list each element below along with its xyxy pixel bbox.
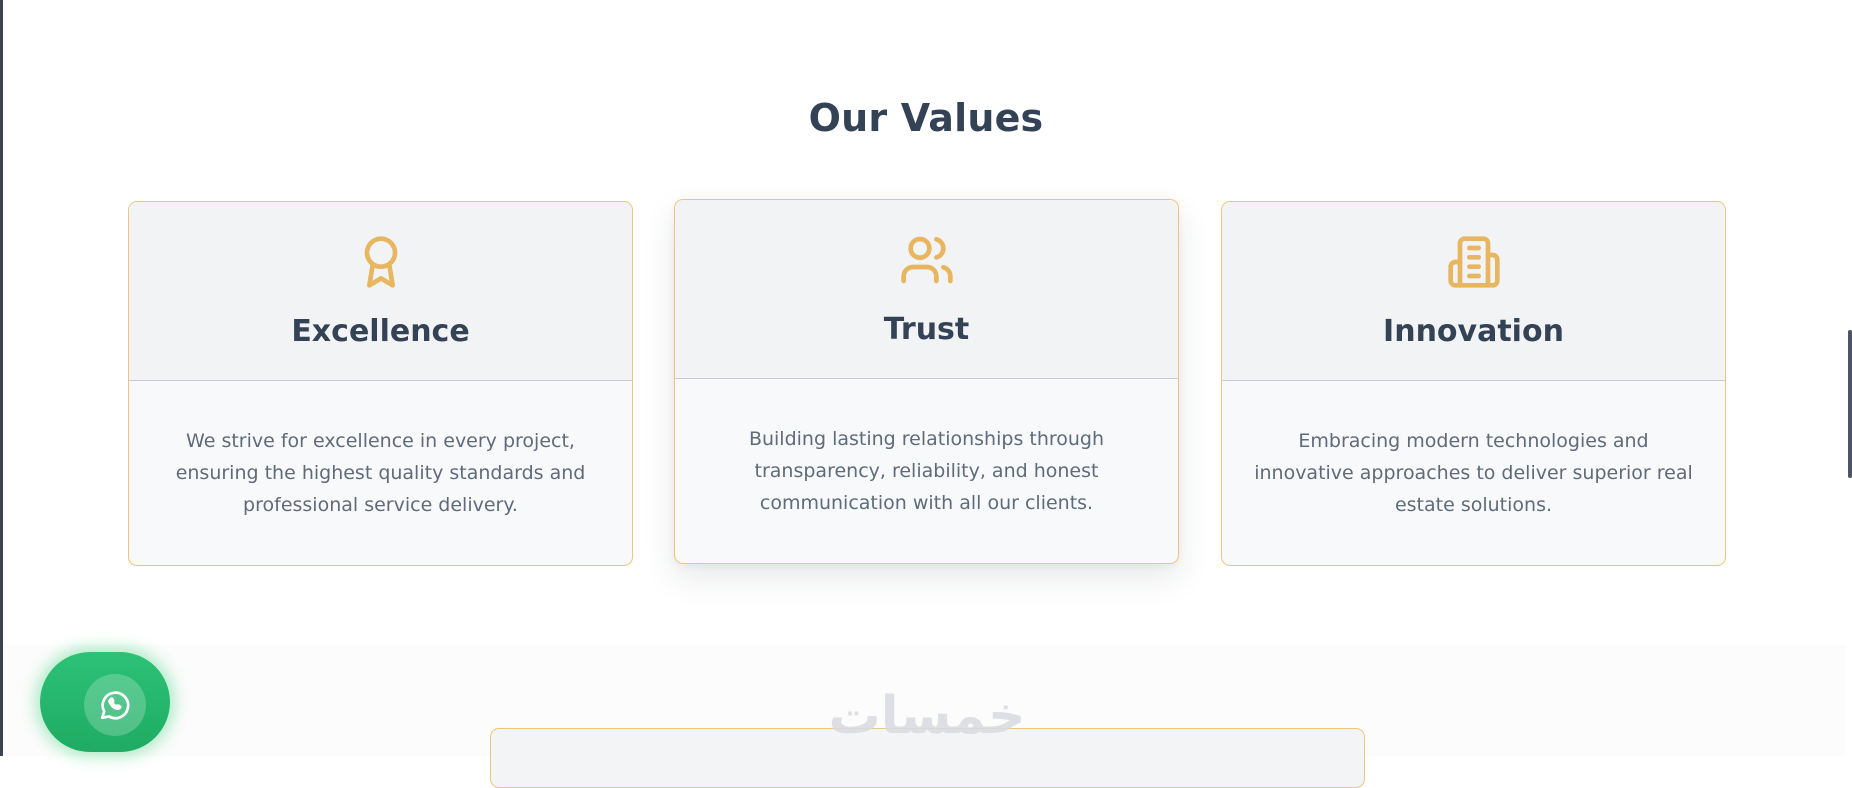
card-title: Trust xyxy=(883,312,970,347)
card-title: Innovation xyxy=(1383,314,1564,349)
card-title: Excellence xyxy=(291,314,470,349)
whatsapp-icon xyxy=(100,691,130,720)
value-card-innovation: Innovation Embracing modern technologies… xyxy=(1221,201,1726,566)
card-description: Building lasting relationships through t… xyxy=(748,428,1105,514)
scrollbar-thumb[interactable] xyxy=(1848,330,1852,478)
users-icon xyxy=(899,232,955,288)
whatsapp-icon-wrapper xyxy=(84,674,146,736)
building-icon xyxy=(1446,234,1502,290)
value-card-trust: Trust Building lasting relationships thr… xyxy=(674,199,1179,564)
whatsapp-chat-button[interactable] xyxy=(40,652,170,752)
section-title: Our Values xyxy=(808,96,1044,140)
award-icon xyxy=(353,234,409,290)
card-description: Embracing modern technologies and innova… xyxy=(1254,430,1693,516)
watermark-logo: خمسات xyxy=(828,686,1026,746)
card-header: Excellence xyxy=(129,202,632,381)
value-card-excellence: Excellence We strive for excellence in e… xyxy=(128,201,633,566)
card-header: Trust xyxy=(675,200,1178,379)
card-description: We strive for excellence in every projec… xyxy=(175,430,586,516)
card-header: Innovation xyxy=(1222,202,1725,381)
